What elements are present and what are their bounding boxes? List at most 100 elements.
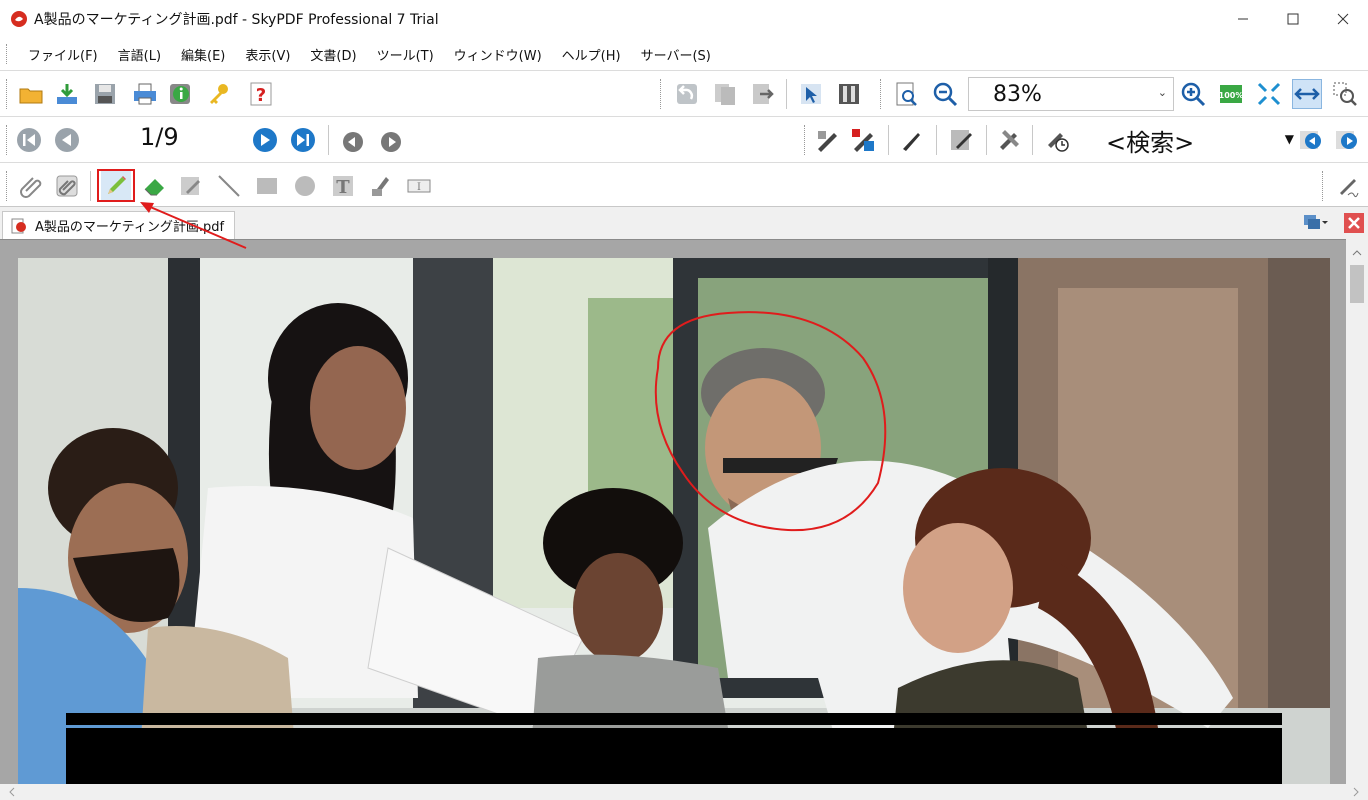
print-button[interactable] [130, 79, 160, 109]
undo-button[interactable] [672, 79, 702, 109]
line-icon [218, 175, 240, 197]
close-button[interactable] [1318, 0, 1368, 38]
next-page-button[interactable] [250, 125, 280, 155]
marquee-zoom-button[interactable] [1330, 79, 1360, 109]
forward-view-button[interactable] [376, 127, 406, 157]
page-view-button[interactable] [834, 79, 864, 109]
minimize-button[interactable] [1218, 0, 1268, 38]
menu-document[interactable]: 文書(D) [300, 45, 366, 64]
last-page-button[interactable] [288, 125, 318, 155]
toolbar-grip [6, 125, 9, 155]
attach-annotation-button[interactable] [52, 171, 82, 201]
rectangle-icon [257, 178, 277, 194]
maximize-button[interactable] [1268, 0, 1318, 38]
fit-width-button[interactable] [1292, 79, 1322, 109]
pdf-page[interactable] [18, 258, 1330, 788]
export-button[interactable] [748, 79, 778, 109]
note-button[interactable] [176, 171, 206, 201]
pdf-document-icon [11, 218, 26, 233]
signature-tool-button[interactable] [848, 125, 878, 155]
window-list-icon [1304, 215, 1328, 229]
import-button[interactable] [52, 79, 82, 109]
zoom-value: 83% [993, 81, 1042, 107]
search-previous-button[interactable] [1296, 125, 1326, 155]
menu-language[interactable]: 言語(L) [108, 45, 171, 64]
svg-text:I: I [417, 182, 421, 193]
tools-button[interactable] [994, 125, 1024, 155]
menu-view[interactable]: 表示(V) [235, 45, 300, 64]
timestamp-button[interactable] [1042, 125, 1072, 155]
document-view[interactable] [0, 239, 1368, 800]
navigation-toolbar: 1/9 <検索> ▼ [0, 116, 1368, 162]
link-pen-icon [818, 131, 837, 152]
zoom-out-button[interactable] [930, 79, 960, 109]
menu-edit[interactable]: 編集(E) [171, 45, 235, 64]
back-view-button[interactable] [338, 127, 368, 157]
text-box-tool-button[interactable]: T [328, 171, 358, 201]
menu-server[interactable]: サーバー(S) [631, 45, 721, 64]
copy-pages-button[interactable] [710, 79, 740, 109]
info-icon [170, 84, 190, 104]
previous-page-button[interactable] [52, 125, 82, 155]
digital-signature-button[interactable] [1334, 171, 1364, 201]
menu-bar: ファイル(F) 言語(L) 編集(E) 表示(V) 文書(D) ツール(T) ウ… [0, 38, 1368, 70]
search-input[interactable]: <検索> [1106, 123, 1194, 158]
security-button[interactable] [204, 79, 234, 109]
menu-help[interactable]: ヘルプ(H) [552, 45, 631, 64]
help-button[interactable]: ? [246, 79, 276, 109]
pen-tool-button[interactable] [896, 125, 926, 155]
pages-icon [715, 84, 735, 105]
horizontal-scrollbar[interactable] [0, 784, 1368, 800]
scroll-thumb[interactable] [1350, 265, 1364, 303]
document-tab-label: A製品のマーケティング計画.pdf [35, 220, 225, 235]
link-tool-button[interactable] [812, 125, 842, 155]
rectangle-tool-button[interactable] [252, 171, 282, 201]
search-combobox[interactable]: <検索> ▼ [1098, 123, 1296, 157]
toolbar-separator [786, 79, 787, 109]
zoom-combobox[interactable]: 83% ⌄ [968, 77, 1174, 111]
eraser-button[interactable] [140, 171, 170, 201]
scroll-up-icon[interactable] [1346, 245, 1368, 261]
text-field-icon: I [407, 179, 431, 193]
search-next-button[interactable] [1332, 125, 1362, 155]
search-dropdown-icon[interactable]: ▼ [1285, 132, 1294, 146]
vertical-scrollbar[interactable] [1346, 239, 1368, 784]
window-list-button[interactable] [1302, 211, 1328, 235]
line-tool-button[interactable] [214, 171, 244, 201]
menu-window[interactable]: ウィンドウ(W) [444, 45, 552, 64]
first-page-button[interactable] [14, 125, 44, 155]
window-title: A製品のマーケティング計画.pdf - SkyPDF Professional … [34, 12, 439, 28]
scroll-left-icon[interactable] [4, 784, 20, 800]
select-tool-button[interactable] [796, 79, 826, 109]
zoom-in-button[interactable] [1178, 79, 1208, 109]
attach-file-button[interactable] [16, 171, 46, 201]
actual-size-button[interactable]: 100% [1216, 79, 1246, 109]
question-icon: ? [250, 82, 272, 106]
ellipse-tool-button[interactable] [290, 171, 320, 201]
zoom-select-button[interactable] [892, 79, 922, 109]
text-field-tool-button[interactable]: I [404, 171, 434, 201]
scroll-right-icon[interactable] [1348, 784, 1364, 800]
menu-tools[interactable]: ツール(T) [367, 45, 444, 64]
fit-page-button[interactable] [1254, 79, 1284, 109]
save-icon [95, 84, 115, 104]
document-tab[interactable]: A製品のマーケティング計画.pdf [2, 211, 236, 239]
stamp-tool-button[interactable] [366, 171, 396, 201]
open-button[interactable] [16, 79, 46, 109]
menu-file[interactable]: ファイル(F) [18, 45, 108, 64]
toolbar-separator [1032, 125, 1033, 155]
form-edit-icon [951, 130, 972, 150]
toolbar-separator [936, 125, 937, 155]
save-button[interactable] [90, 79, 120, 109]
page-indicator[interactable]: 1/9 [140, 123, 179, 151]
next-icon [253, 128, 277, 152]
annotation-toolbar: T I [0, 162, 1368, 207]
edit-form-button[interactable] [946, 125, 976, 155]
marquee-zoom-icon [1333, 82, 1357, 106]
zoom-in-icon [1181, 82, 1206, 107]
main-toolbar: ? 83% ⌄ 100% [0, 70, 1368, 116]
info-button[interactable] [166, 79, 196, 109]
chevron-down-icon[interactable]: ⌄ [1158, 86, 1167, 99]
close-document-button[interactable] [1342, 211, 1366, 235]
actual-size-icon: 100% [1219, 85, 1243, 103]
